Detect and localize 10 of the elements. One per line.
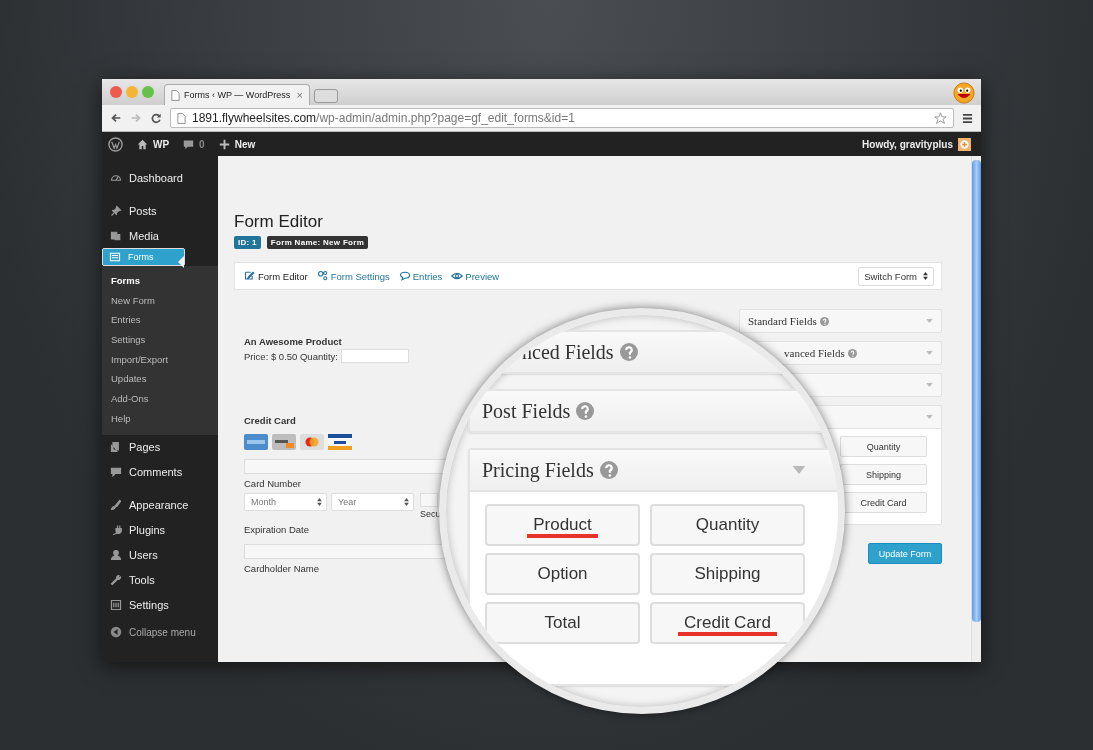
security-code-label: Secu (420, 509, 441, 519)
credit-card-label: Credit Card (244, 415, 296, 426)
price-quantity-label: Price: $ 0.50 Quantity: (244, 350, 338, 362)
form-name-tag: Form Name: New Form (266, 236, 369, 249)
cardholder-name-label: Cardholder Name (244, 563, 319, 574)
card-number-label: Card Number (244, 478, 302, 489)
product-label: An Awesome Product (244, 336, 342, 347)
form-id-tag: ID: 1 (234, 236, 261, 249)
page-title: Form Editor (234, 211, 324, 233)
expiration-date-label: Expiration Date (244, 524, 309, 535)
